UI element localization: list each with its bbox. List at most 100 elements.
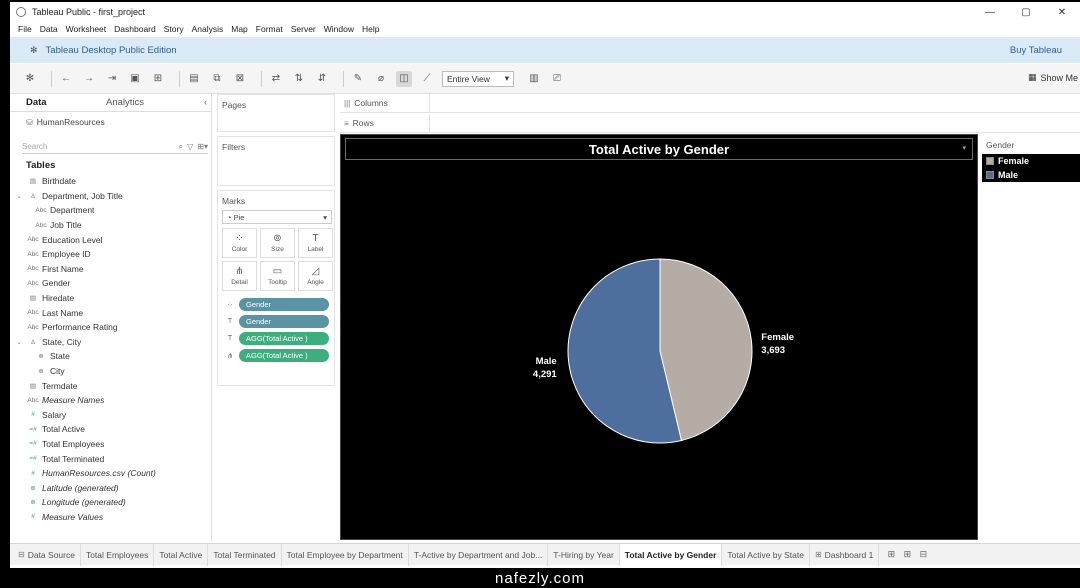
sheet-tab[interactable]: Total Active by State bbox=[722, 543, 810, 566]
sheet-tab[interactable]: Total Employees bbox=[81, 543, 155, 566]
sheet-tab[interactable]: ⊞ Dashboard 1 bbox=[810, 543, 880, 566]
sort-descending-icon[interactable]: ⇵ bbox=[314, 71, 330, 87]
pages-card[interactable]: Pages bbox=[217, 94, 335, 132]
duplicate-sheet-icon[interactable]: ⧉ bbox=[209, 71, 225, 87]
filter-icon[interactable]: ▽ bbox=[187, 142, 193, 151]
pie-chart[interactable] bbox=[341, 135, 979, 541]
field-item[interactable]: Abc Gender bbox=[10, 276, 211, 291]
field-pill[interactable]: AGG(Total Active ) bbox=[239, 332, 329, 345]
columns-shelf[interactable]: ||| Columns bbox=[340, 94, 1080, 113]
mark-color-button[interactable]: ⁘ Color bbox=[222, 228, 257, 258]
show-me-button[interactable]: ▦ Show Me bbox=[1028, 72, 1078, 83]
field-item[interactable]: Abc Department bbox=[10, 203, 211, 218]
menu-help[interactable]: Help bbox=[362, 24, 379, 34]
buy-tableau-link[interactable]: Buy Tableau bbox=[1010, 45, 1062, 56]
menu-window[interactable]: Window bbox=[324, 24, 354, 34]
field-item[interactable]: Abc Job Title bbox=[10, 218, 211, 233]
search-icon[interactable]: ⌕ bbox=[179, 142, 183, 152]
sheet-tab[interactable]: Total Active by Gender bbox=[619, 543, 723, 566]
field-item[interactable]: Abc Education Level bbox=[10, 232, 211, 247]
field-item[interactable]: ▤ Hiredate bbox=[10, 291, 211, 306]
sheet-tab[interactable]: Total Terminated bbox=[208, 543, 282, 566]
tab-data[interactable]: Data bbox=[10, 94, 90, 111]
tableau-home-icon[interactable]: ✻ bbox=[22, 71, 38, 87]
field-item[interactable]: ▤ Termdate bbox=[10, 378, 211, 393]
menu-format[interactable]: Format bbox=[256, 24, 283, 34]
field-item[interactable]: Abc First Name bbox=[10, 262, 211, 277]
close-button[interactable]: ✕ bbox=[1044, 2, 1080, 22]
group-members-icon[interactable]: ⌀ bbox=[373, 71, 389, 87]
redo-icon[interactable]: → bbox=[81, 71, 97, 87]
replay-icon[interactable]: ⇥ bbox=[104, 71, 120, 87]
expand-icon[interactable]: ⌄ bbox=[14, 338, 24, 346]
highlight-icon[interactable]: ✎ bbox=[350, 71, 366, 87]
filters-card[interactable]: Filters bbox=[217, 136, 335, 186]
menu-file[interactable]: File bbox=[18, 24, 32, 34]
datasource-item[interactable]: ⛁ HumanResources bbox=[10, 112, 211, 132]
rows-shelf[interactable]: ≡ Rows bbox=[340, 114, 1080, 133]
mark-angle-button[interactable]: ◿ Angle bbox=[298, 261, 333, 291]
field-item[interactable]: ⌄ ♙ State, City bbox=[10, 335, 211, 350]
menu-map[interactable]: Map bbox=[231, 24, 248, 34]
save-icon[interactable]: ▣ bbox=[127, 71, 143, 87]
field-item[interactable]: ⊕ City bbox=[10, 364, 211, 379]
expand-icon[interactable]: ⌄ bbox=[14, 192, 24, 200]
field-item[interactable]: ⊕ Latitude (generated) bbox=[10, 480, 211, 495]
search-input[interactable]: Search bbox=[22, 142, 175, 151]
new-worksheet-icon[interactable]: ⊞ bbox=[883, 549, 899, 560]
tab-analytics[interactable]: Analytics bbox=[90, 94, 170, 111]
field-pill[interactable]: AGG(Total Active ) bbox=[239, 349, 329, 362]
field-item[interactable]: ⊕ State bbox=[10, 349, 211, 364]
maximize-button[interactable]: ▢ bbox=[1008, 2, 1044, 22]
menu-worksheet[interactable]: Worksheet bbox=[66, 24, 106, 34]
field-item[interactable]: # HumanResources.csv (Count) bbox=[10, 466, 211, 481]
mark-tooltip-button[interactable]: ▭ Tooltip bbox=[260, 261, 295, 291]
field-item[interactable]: ⌄ ♙ Department, Job Title bbox=[10, 189, 211, 204]
mark-size-button[interactable]: ⊚ Size bbox=[260, 228, 295, 258]
mark-detail-button[interactable]: ⋔ Detail bbox=[222, 261, 257, 291]
field-item[interactable]: ▤ Birthdate bbox=[10, 174, 211, 189]
new-story-icon[interactable]: ⊟ bbox=[915, 549, 931, 560]
menu-data[interactable]: Data bbox=[40, 24, 58, 34]
menu-analysis[interactable]: Analysis bbox=[192, 24, 224, 34]
new-datasource-icon[interactable]: ⊞ bbox=[150, 71, 166, 87]
field-item[interactable]: =# Total Employees bbox=[10, 437, 211, 452]
new-dashboard-icon[interactable]: ⊞ bbox=[899, 549, 915, 560]
sheet-tab[interactable]: T-Active by Department and Job... bbox=[409, 543, 549, 566]
legend-item-male[interactable]: Male bbox=[982, 168, 1080, 182]
sheet-tab[interactable]: Total Active bbox=[154, 543, 209, 566]
undo-icon[interactable]: ← bbox=[58, 71, 74, 87]
field-item[interactable]: # Salary bbox=[10, 408, 211, 423]
swap-rows-columns-icon[interactable]: ⇄ bbox=[268, 71, 284, 87]
field-item[interactable]: Abc Employee ID bbox=[10, 247, 211, 262]
collapse-pane-icon[interactable]: ‹ bbox=[204, 97, 207, 107]
mark-type-select[interactable]: ◔ Pie ▾ bbox=[222, 210, 332, 224]
field-item[interactable]: ⊕ Longitude (generated) bbox=[10, 495, 211, 510]
menu-server[interactable]: Server bbox=[291, 24, 316, 34]
new-worksheet-icon[interactable]: ▤ bbox=[186, 71, 202, 87]
field-item[interactable]: Abc Last Name bbox=[10, 305, 211, 320]
menu-dashboard[interactable]: Dashboard bbox=[114, 24, 156, 34]
show-cards-icon[interactable]: ▥ bbox=[526, 71, 542, 87]
clear-sheet-icon[interactable]: ⊠ bbox=[232, 71, 248, 87]
view-options-icon[interactable]: ⊞▾ bbox=[197, 142, 208, 151]
field-item[interactable]: =# Total Terminated bbox=[10, 451, 211, 466]
field-item[interactable]: # Measure Values bbox=[10, 510, 211, 525]
field-item[interactable]: Abc Measure Names bbox=[10, 393, 211, 408]
mark-label-button[interactable]: T Label bbox=[298, 228, 333, 258]
presentation-mode-icon[interactable]: ⎚ bbox=[549, 71, 565, 87]
fix-axes-icon[interactable]: ⟋ bbox=[419, 71, 435, 87]
field-item[interactable]: Abc Performance Rating bbox=[10, 320, 211, 335]
view-size-select[interactable]: Entire View ▾ bbox=[442, 70, 514, 87]
show-labels-icon[interactable]: ◫ bbox=[396, 70, 412, 87]
field-pill[interactable]: Gender bbox=[239, 298, 329, 311]
field-pill[interactable]: Gender bbox=[239, 315, 329, 328]
legend-item-female[interactable]: Female bbox=[982, 154, 1080, 168]
sheet-tab[interactable]: Total Employee by Department bbox=[282, 543, 409, 566]
sheet-tab[interactable]: T-Hiring by Year bbox=[548, 543, 620, 566]
field-item[interactable]: =# Total Active bbox=[10, 422, 211, 437]
menu-story[interactable]: Story bbox=[164, 24, 184, 34]
minimize-button[interactable]: — bbox=[972, 2, 1008, 22]
sort-ascending-icon[interactable]: ⇅ bbox=[291, 71, 307, 87]
sheet-tab[interactable]: ⊟ Data Source bbox=[10, 543, 81, 566]
